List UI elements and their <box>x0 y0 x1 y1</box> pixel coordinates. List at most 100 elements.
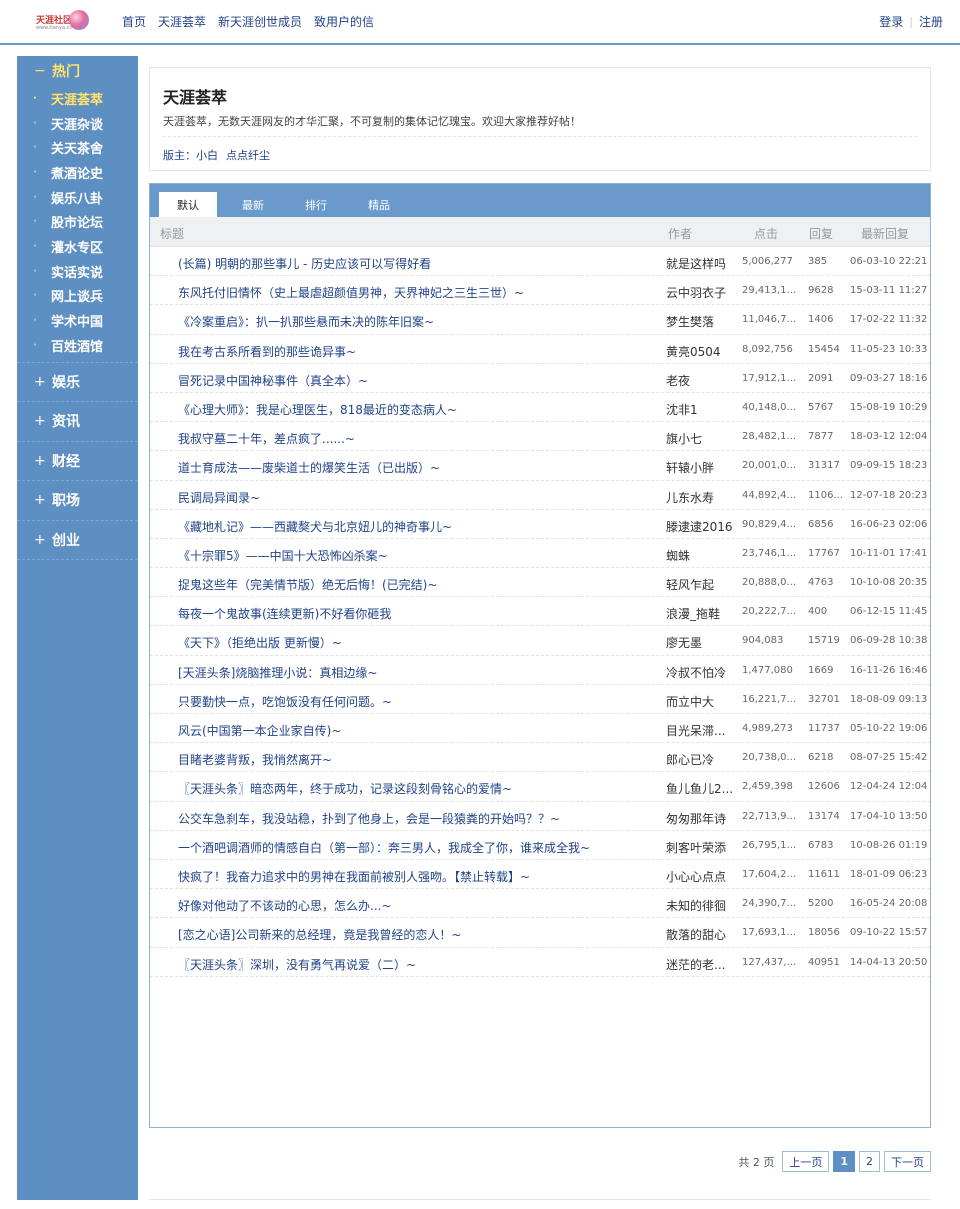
sidebar-item-baixing-jiuguan[interactable]: · 百姓酒馆 <box>17 333 138 358</box>
post-author-link[interactable]: 未知的徘徊 <box>666 897 738 914</box>
post-title-link[interactable]: 《天下》（拒绝出版 更新慢）~ <box>178 634 342 651</box>
post-title-link[interactable]: 我叔守墓二十年，差点疯了......~ <box>178 430 355 447</box>
post-author-link[interactable]: 目光呆滞... <box>666 722 738 739</box>
sidebar-group-label: 职场 <box>52 493 80 510</box>
table-row: 〖天涯头条〗深圳，没有勇气再说爱（二）~ 迷茫的老... 127,437,... 40… <box>150 948 930 977</box>
post-author-link[interactable]: 儿东水寿 <box>666 489 738 506</box>
post-clicks: 127,437,... <box>742 956 797 968</box>
pagination: 共 2 页 上一页 1 2 下一页 <box>738 1151 931 1172</box>
tab-featured[interactable]: 精品 <box>356 192 402 217</box>
sidebar-group-hot[interactable]: − 热门 <box>17 56 138 86</box>
post-title-link[interactable]: 东风托付旧情怀（史上最虐超颜值男神，天界神妃之三生三世）~ <box>178 284 524 301</box>
sidebar-group-news[interactable]: + 资讯 <box>17 402 138 442</box>
post-title-link[interactable]: 快疯了！我奋力追求中的男神在我面前被别人强吻。【禁止转载】~ <box>178 868 530 885</box>
tab-default[interactable]: 默认 <box>159 192 217 217</box>
nav-founding-members[interactable]: 新天涯创世成员 <box>218 13 302 30</box>
sidebar-item-gushi-luntan[interactable]: · 股市论坛 <box>17 209 138 234</box>
post-title-link[interactable]: 只要勤快一点，吃饱饭没有任何问题。~ <box>178 693 392 710</box>
site-logo[interactable]: 天涯社区 www.tianya.cn <box>36 10 89 34</box>
moderator-link[interactable]: 小白 <box>196 149 218 162</box>
post-clicks: 40,148,0... <box>742 401 797 413</box>
post-title-link[interactable]: 〖天涯头条〗暗恋两年，终于成功，记录这段刻骨铭心的爱情~ <box>178 780 512 797</box>
post-title-link[interactable]: 民调局异闻录~ <box>178 489 260 506</box>
nav-home[interactable]: 首页 <box>122 13 146 30</box>
post-clicks: 8,092,756 <box>742 343 793 355</box>
post-author-link[interactable]: 轩辕小胖 <box>666 459 738 476</box>
sidebar-item-guanshui-zhuanqu[interactable]: · 灌水专区 <box>17 234 138 259</box>
sidebar-group-entertainment[interactable]: + 娱乐 <box>17 363 138 403</box>
login-link[interactable]: 登录 <box>879 13 903 30</box>
bullet-icon: · <box>33 92 37 104</box>
post-title-link[interactable]: 道士育成法——废柴道士的爆笑生活（已出版）~ <box>178 459 440 476</box>
post-author-link[interactable]: 蜘蛛 <box>666 547 738 564</box>
post-title-link[interactable]: 我在考古系所看到的那些诡异事~ <box>178 343 356 360</box>
post-title-link[interactable]: 《心理大师》：我是心理医生，818最近的变态病人~ <box>178 401 457 418</box>
tab-latest[interactable]: 最新 <box>230 192 276 217</box>
prev-page-button[interactable]: 上一页 <box>782 1151 830 1172</box>
post-title-link[interactable]: 《十宗罪5》——中国十大恐怖凶杀案~ <box>178 547 388 564</box>
post-author-link[interactable]: 旗小七 <box>666 430 738 447</box>
post-author-link[interactable]: 就是这样吗 <box>666 255 738 272</box>
post-title-link[interactable]: 公交车急刹车，我没站稳，扑到了他身上，会是一段猿粪的开始吗？？~ <box>178 810 560 827</box>
table-row: 《十宗罪5》——中国十大恐怖凶杀案~ 蜘蛛 23,746,1... 17767 10-1… <box>150 539 930 569</box>
page-1-button[interactable]: 1 <box>833 1151 855 1172</box>
sidebar-group-startup[interactable]: + 创业 <box>17 521 138 561</box>
sidebar-item-yule-bagua[interactable]: · 娱乐八卦 <box>17 185 138 210</box>
post-last-reply: 06-09-28 10:38 <box>850 635 928 647</box>
post-title-link[interactable]: 目睹老婆背叛，我悄然离开~ <box>178 751 332 768</box>
post-author-link[interactable]: 沈非1 <box>666 401 738 418</box>
table-row: 道士育成法——废柴道士的爆笑生活（已出版）~ 轩辕小胖 20,001,0... 313… <box>150 451 930 481</box>
post-title-link[interactable]: 冒死记录中国神秘事件（真全本）~ <box>178 372 368 389</box>
sidebar-item-shihua-shishuo[interactable]: · 实话实说 <box>17 259 138 284</box>
post-author-link[interactable]: 滕逮逮2016 <box>666 518 738 535</box>
logo-subtext: www.tianya.cn <box>36 25 73 31</box>
sidebar-item-label: 股市论坛 <box>51 216 104 232</box>
sidebar-item-wangshang-tanbing[interactable]: · 网上谈兵 <box>17 284 138 309</box>
post-author-link[interactable]: 刺客叶荣添 <box>666 839 738 856</box>
post-clicks: 22,713,9... <box>742 810 797 822</box>
bullet-icon: · <box>33 315 37 327</box>
nav-letter-to-users[interactable]: 致用户的信 <box>314 13 374 30</box>
post-title-link[interactable]: 一个酒吧调酒师的情感自白（第一部）：奔三男人，我成全了你，谁来成全我~ <box>178 839 590 856</box>
post-author-link[interactable]: 浪漫_拖鞋 <box>666 605 738 622</box>
post-title-link[interactable]: 风云(中国第一本企业家自传)~ <box>178 722 341 739</box>
sidebar-item-guantian-chashe[interactable]: · 关天茶舍 <box>17 135 138 160</box>
post-author-link[interactable]: 郎心已冷 <box>666 751 738 768</box>
moderators-label: 版主： <box>163 149 196 162</box>
post-title-link[interactable]: 每夜一个鬼故事(连续更新)不好看你砸我 <box>178 605 391 622</box>
sidebar-group-career[interactable]: + 职场 <box>17 481 138 521</box>
sidebar-item-tianya-zatan[interactable]: · 天涯杂谈 <box>17 111 138 136</box>
post-title-link[interactable]: 捉鬼这些年（完美情节版）绝无后悔！(已完结)~ <box>178 576 437 593</box>
post-title-link[interactable]: [恋之心语]公司新来的总经理，竟是我曾经的恋人！~ <box>178 926 461 943</box>
page-2-button[interactable]: 2 <box>859 1151 880 1172</box>
post-author-link[interactable]: 小心心点点 <box>666 868 738 885</box>
post-author-link[interactable]: 云中羽衣子 <box>666 284 738 301</box>
next-page-button[interactable]: 下一页 <box>884 1151 931 1172</box>
sidebar-group-finance[interactable]: + 财经 <box>17 442 138 482</box>
post-title-link[interactable]: 《冷案重启》：扒一扒那些悬而未决的陈年旧案~ <box>178 313 434 330</box>
post-title-link[interactable]: 《藏地札记》——西藏獒犬与北京妞儿的神奇事儿~ <box>178 518 452 535</box>
post-author-link[interactable]: 轻风乍起 <box>666 576 738 593</box>
post-author-link[interactable]: 梦生樊落 <box>666 313 738 330</box>
post-author-link[interactable]: 迷茫的老... <box>666 956 738 973</box>
post-author-link[interactable]: 廖无墨 <box>666 634 738 651</box>
sidebar-item-zhujiu-lunshi[interactable]: · 煮酒论史 <box>17 160 138 185</box>
register-link[interactable]: 注册 <box>919 13 943 30</box>
post-author-link[interactable]: 而立中大 <box>666 693 738 710</box>
post-author-link[interactable]: 鱼儿鱼儿2... <box>666 780 738 797</box>
sidebar-group-label: 财经 <box>52 453 80 470</box>
sidebar-item-xueshu-zhongguo[interactable]: · 学术中国 <box>17 308 138 333</box>
post-author-link[interactable]: 黄亮0504 <box>666 343 738 360</box>
post-title-link[interactable]: [天涯头条]烧脑推理小说：真相边缘~ <box>178 664 377 681</box>
post-author-link[interactable]: 匆匆那年诗 <box>666 810 738 827</box>
post-title-link[interactable]: (长篇) 明朝的那些事儿 - 历史应该可以写得好看 <box>178 255 431 272</box>
post-title-link[interactable]: 〖天涯头条〗深圳，没有勇气再说爱（二）~ <box>178 956 416 973</box>
tab-ranking[interactable]: 排行 <box>293 192 339 217</box>
post-author-link[interactable]: 老夜 <box>666 372 738 389</box>
post-author-link[interactable]: 冷叔不怕冷 <box>666 664 738 681</box>
sidebar-item-tianya-huicui[interactable]: · 天涯荟萃 <box>17 86 138 111</box>
nav-tianya-huicui[interactable]: 天涯荟萃 <box>158 13 206 30</box>
post-author-link[interactable]: 散落的甜心 <box>666 926 738 943</box>
moderator-link[interactable]: 点点纤尘 <box>226 149 270 162</box>
post-title-link[interactable]: 好像对他动了不该动的心思，怎么办...~ <box>178 897 392 914</box>
